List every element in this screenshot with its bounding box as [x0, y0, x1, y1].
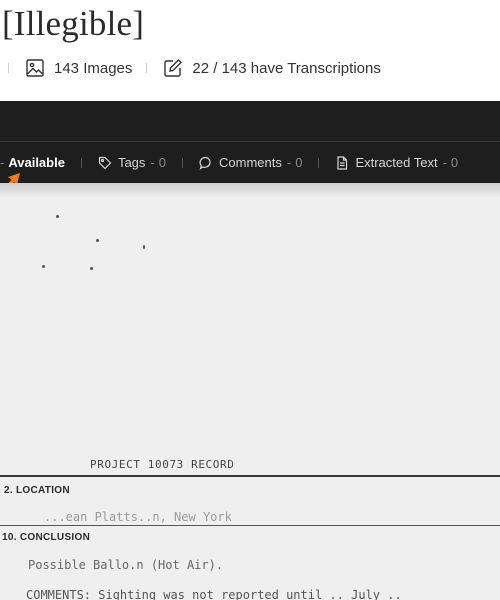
viewer-toolbar: - Available Tags -0 Comments -0 Extracte…	[0, 141, 500, 183]
edit-icon	[163, 58, 183, 78]
available-status[interactable]: Available	[8, 155, 65, 170]
page-title: [Illegible]	[2, 4, 145, 43]
item-meta: 143 Images 22 / 143 have Transcriptions	[0, 56, 381, 80]
scan-speck	[42, 265, 45, 268]
toolbar-divider	[182, 157, 183, 168]
images-count[interactable]: 143 Images	[54, 60, 132, 77]
comments-button[interactable]: Comments -0	[199, 155, 302, 170]
tags-count-value: 0	[158, 155, 166, 170]
transcriptions-status[interactable]: 22 / 143 have Transcriptions	[192, 60, 380, 77]
scan-speck	[90, 267, 93, 270]
scan-speck	[56, 215, 59, 218]
comments-count-value: 0	[295, 155, 303, 170]
extracted-text-button[interactable]: Extracted Text -0	[335, 155, 458, 170]
comments-count: -0	[286, 155, 303, 170]
tag-icon	[98, 156, 112, 169]
tags-count: -0	[150, 155, 166, 170]
tags-button[interactable]: Tags -0	[98, 155, 166, 170]
scanned-document-image[interactable]: PROJECT 10073 RECORD 2. LOCATION ...ean …	[0, 183, 500, 600]
comments-line: COMMENTS: Sighting was not reported unti…	[26, 588, 402, 600]
extracted-text-label: Extracted Text	[355, 155, 438, 170]
toolbar-divider	[318, 157, 320, 168]
location-value: ...ean Platts..n, New York	[44, 510, 232, 524]
conclusion-label: 10. CONCLUSION	[2, 532, 91, 543]
toolbar-dash: -	[0, 155, 5, 170]
form-rule	[0, 525, 500, 526]
comment-icon	[199, 156, 211, 170]
document-icon	[337, 155, 348, 170]
meta-divider	[8, 63, 9, 73]
toolbar-divider	[80, 157, 82, 168]
extracted-text-count: -0	[442, 155, 459, 170]
scan-speck	[96, 239, 99, 242]
meta-divider	[146, 63, 148, 73]
location-label: 2. LOCATION	[4, 485, 70, 496]
images-icon	[25, 58, 45, 78]
image-viewer: - Available Tags -0 Comments -0 Extracte…	[0, 101, 500, 600]
project-record-heading: PROJECT 10073 RECORD	[90, 458, 235, 471]
form-rule	[0, 475, 500, 477]
document-top-edge	[0, 183, 500, 197]
comments-label: Comments	[219, 155, 282, 170]
extracted-text-count-value: 0	[450, 155, 459, 170]
scan-speck	[143, 245, 145, 249]
conclusion-value: Possible Ballo.n (Hot Air).	[28, 558, 224, 572]
tags-label: Tags	[117, 155, 146, 170]
